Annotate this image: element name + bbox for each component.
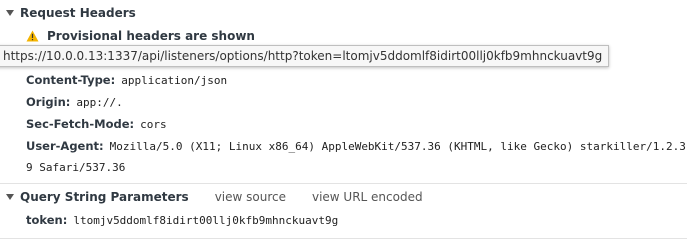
section-divider (0, 183, 687, 184)
header-value: Mozilla/5.0 (X11; Linux x86_64) AppleWeb… (109, 140, 687, 153)
query-param-row-token: token: ltomjv5ddomlf8idirt00llj0kfb9mhnck… (26, 213, 338, 227)
url-tooltip: https://10.0.0.13:1337/api/listeners/opt… (0, 45, 610, 67)
header-row-content-type: Content-Type: application/json (26, 73, 227, 87)
header-row-user-agent: User-Agent: Mozilla/5.0 (X11; Linux x86_6… (26, 139, 687, 153)
triangle-down-icon (6, 10, 14, 16)
triangle-down-icon (6, 194, 14, 200)
param-key: token: (26, 213, 68, 227)
param-value: ltomjv5ddomlf8idirt00llj0kfb9mhnckuavt9g (73, 214, 339, 227)
header-key: Origin: (26, 95, 71, 109)
bottom-divider (0, 238, 687, 239)
provisional-warning: Provisional headers are shown (26, 29, 255, 43)
query-string-header[interactable]: Query String Parameters view source view… (0, 187, 423, 207)
header-key: User-Agent: (26, 139, 104, 153)
view-url-encoded-link[interactable]: view URL encoded (312, 190, 423, 204)
header-value-continued: 9 Safari/537.36 (26, 161, 126, 174)
header-row-origin: Origin: app://. (26, 95, 123, 109)
query-string-title: Query String Parameters (20, 190, 189, 204)
warning-text: Provisional headers are shown (47, 29, 255, 43)
header-value: application/json (121, 74, 228, 87)
header-key: Sec-Fetch-Mode: (26, 117, 135, 131)
header-value: cors (140, 118, 167, 131)
view-source-link[interactable]: view source (215, 190, 286, 204)
header-value: app://. (76, 96, 123, 109)
header-key: Content-Type: (26, 73, 116, 87)
request-headers-header[interactable]: Request Headers (0, 3, 136, 23)
user-agent-continuation: 9 Safari/537.36 (26, 160, 125, 174)
header-row-sec-fetch-mode: Sec-Fetch-Mode: cors (26, 117, 167, 131)
warning-icon (26, 30, 39, 42)
request-headers-title: Request Headers (20, 6, 136, 20)
